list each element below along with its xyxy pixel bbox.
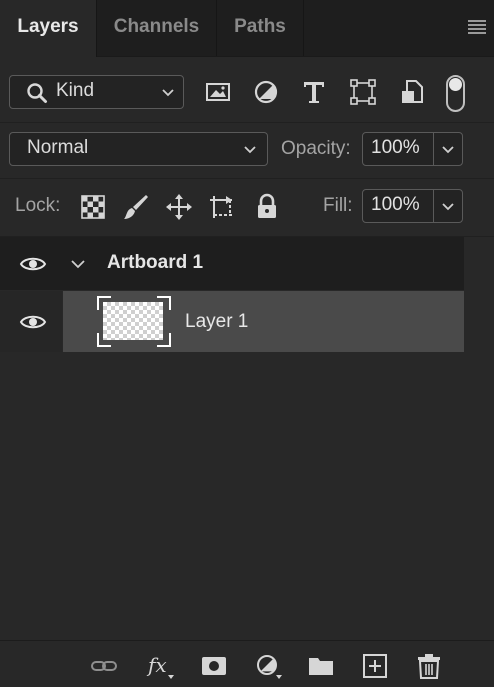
chevron-down-icon: [244, 146, 256, 154]
shape-filter-icon[interactable]: [350, 78, 376, 106]
lock-artboard-icon[interactable]: [208, 193, 236, 221]
search-icon: [27, 83, 47, 103]
thumbnail-corner: [157, 333, 171, 347]
lock-label: Lock:: [15, 195, 61, 216]
add-mask-icon[interactable]: [200, 653, 228, 679]
blend-mode-value: Normal: [27, 137, 89, 158]
chevron-down-icon[interactable]: [441, 202, 455, 212]
svg-text:fx: fx: [146, 653, 167, 677]
filter-kind-label: Kind: [56, 80, 95, 101]
visibility-eye-icon[interactable]: [19, 255, 47, 273]
adjustment-filter-icon[interactable]: [253, 78, 279, 106]
fill-value: 100%: [371, 194, 420, 215]
transparency-checkerboard: [103, 302, 163, 340]
filter-kind-dropdown[interactable]: Kind: [9, 75, 184, 109]
smart-object-filter-icon[interactable]: [399, 78, 425, 106]
delete-layer-icon[interactable]: [415, 653, 443, 679]
filter-row: Kind: [0, 57, 494, 123]
tab-channels[interactable]: Channels: [97, 0, 217, 56]
field-divider: [433, 133, 434, 165]
filter-toggle[interactable]: [446, 75, 465, 112]
opacity-field[interactable]: 100%: [362, 132, 463, 166]
chevron-down-icon[interactable]: [441, 145, 455, 155]
visibility-cell[interactable]: [0, 291, 62, 352]
blend-mode-dropdown[interactable]: Normal: [9, 132, 268, 166]
toggle-knob: [449, 78, 462, 91]
field-divider: [433, 190, 434, 222]
lock-position-icon[interactable]: [165, 193, 193, 221]
new-group-icon[interactable]: [307, 653, 335, 679]
lock-image-pixels-icon[interactable]: [122, 193, 150, 221]
thumbnail-corner: [97, 296, 111, 310]
type-filter-icon[interactable]: [301, 78, 327, 106]
fx-icon[interactable]: fx: [146, 653, 174, 679]
link-layers-icon[interactable]: [90, 653, 118, 679]
lock-row: Lock: Fill: 100%: [0, 179, 494, 237]
lock-transparent-pixels-icon[interactable]: [79, 193, 107, 221]
panel-scroll-gutter: [464, 237, 494, 640]
layer-row-artboard[interactable]: Artboard 1: [0, 237, 464, 290]
chevron-down-icon[interactable]: [70, 258, 86, 270]
panel-tab-bar: Layers Channels Paths: [0, 0, 494, 57]
visibility-eye-icon[interactable]: [19, 313, 47, 331]
fill-label: Fill:: [323, 195, 353, 216]
adjustment-layer-icon[interactable]: [254, 653, 282, 679]
layer-name: Layer 1: [185, 311, 249, 332]
opacity-label: Opacity:: [281, 138, 351, 159]
fill-field[interactable]: 100%: [362, 189, 463, 223]
image-filter-icon[interactable]: [205, 78, 231, 106]
thumbnail-corner: [97, 333, 111, 347]
new-layer-icon[interactable]: [361, 653, 389, 679]
layer-name: Artboard 1: [107, 252, 204, 273]
layers-footer-toolbar: fx: [0, 640, 494, 687]
thumbnail-corner: [157, 296, 171, 310]
layer-thumbnail[interactable]: [97, 296, 171, 347]
tab-paths[interactable]: Paths: [217, 0, 304, 56]
panel-menu-icon[interactable]: [468, 20, 486, 34]
tab-layers[interactable]: Layers: [0, 0, 97, 57]
lock-all-icon[interactable]: [253, 193, 281, 221]
blend-row: Normal Opacity: 100%: [0, 123, 494, 179]
layer-row-layer1[interactable]: Layer 1: [0, 291, 464, 352]
chevron-down-icon: [162, 89, 174, 97]
opacity-value: 100%: [371, 137, 420, 158]
